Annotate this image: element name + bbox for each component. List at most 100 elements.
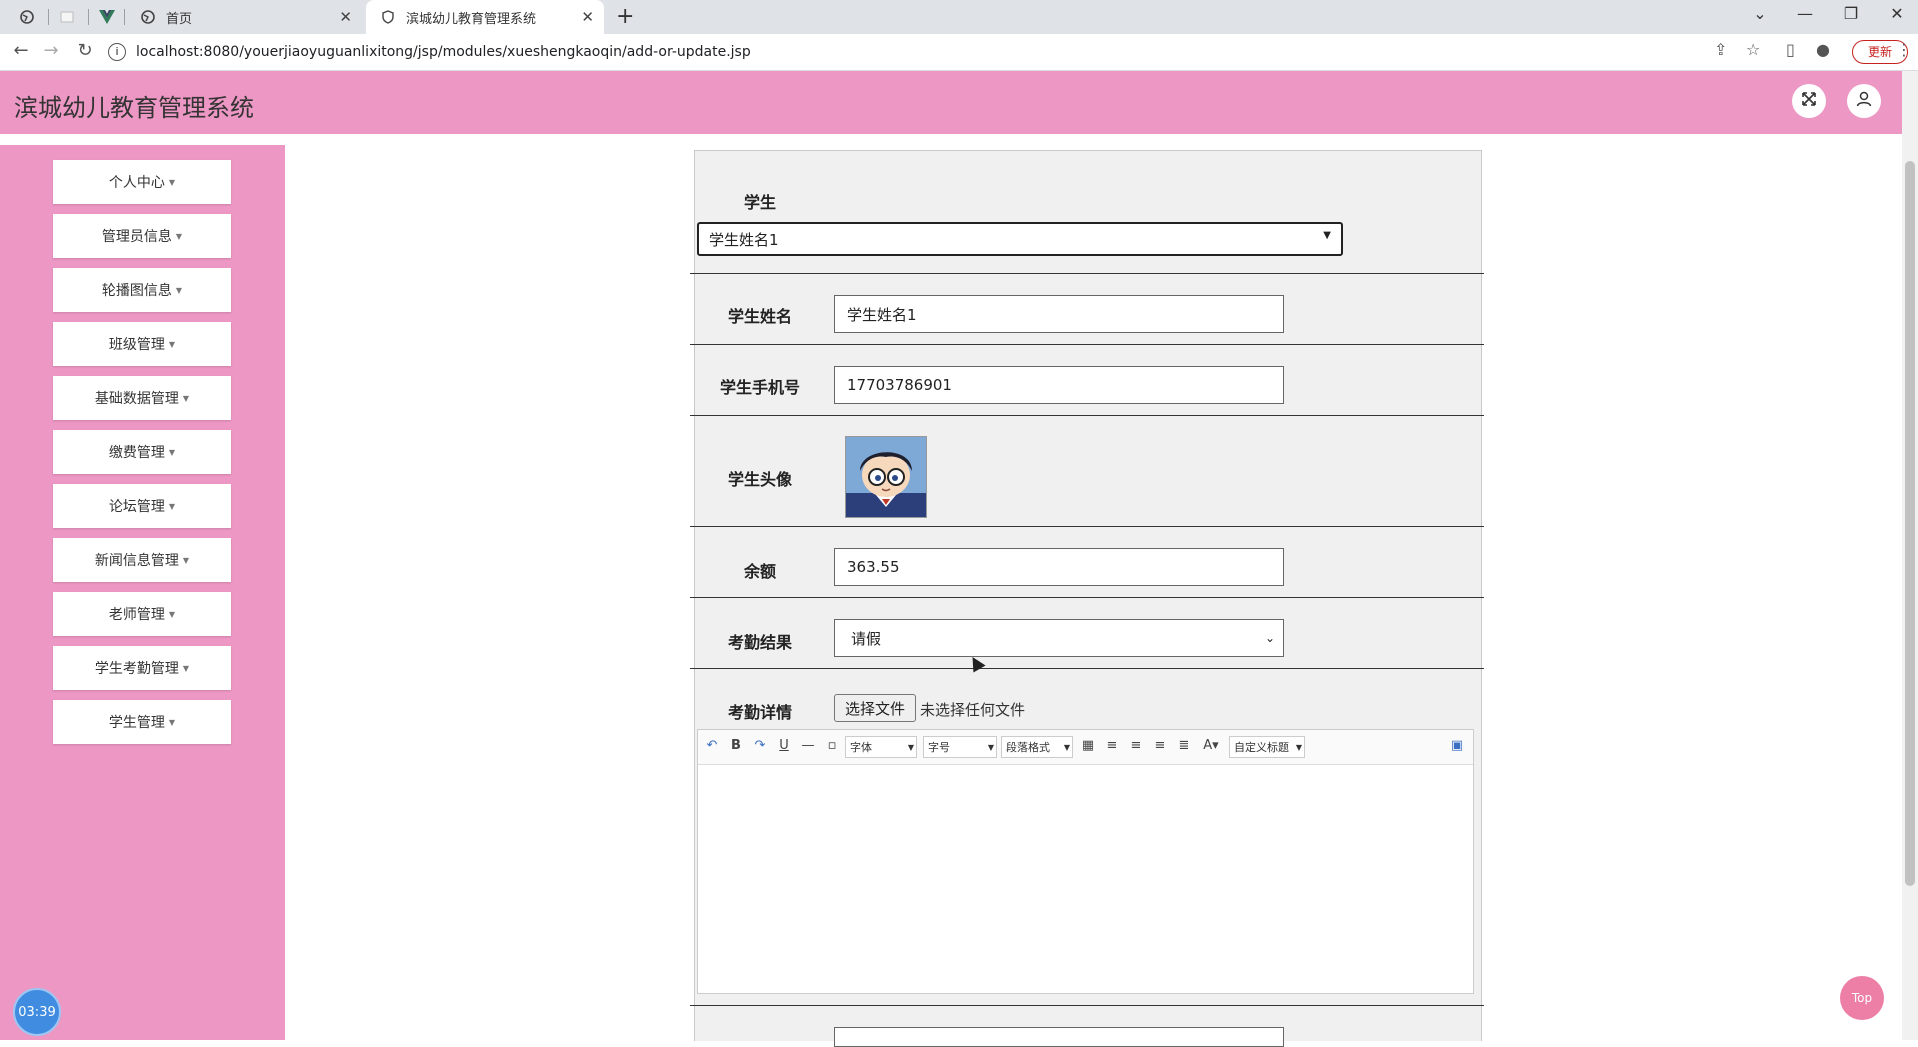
clear-format-icon[interactable]: ▫ — [823, 738, 841, 753]
page-scrollbar[interactable] — [1902, 71, 1918, 1040]
browser-tab-2[interactable] — [50, 0, 84, 34]
profile-icon[interactable]: ● — [1816, 40, 1830, 59]
balance-field[interactable]: 363.55 — [834, 548, 1284, 586]
caret-down-icon: ▼ — [182, 663, 190, 673]
back-icon[interactable]: ← — [10, 40, 32, 61]
app-title: 滨城幼儿教育管理系统 — [14, 94, 254, 122]
undo-icon[interactable]: ↶ — [703, 738, 721, 753]
sidebar-item-label: 个人中心 — [108, 175, 165, 191]
reload-icon[interactable]: ↻ — [74, 40, 96, 61]
bookmark-star-icon[interactable]: ☆ — [1746, 40, 1760, 59]
font-size-select[interactable]: 字号 ▼ — [923, 736, 997, 758]
close-tab-icon[interactable]: ✕ — [581, 8, 594, 26]
sidebar-item-label: 老师管理 — [108, 607, 165, 623]
browser-tab-3[interactable] — [90, 0, 124, 34]
caret-down-icon: ▼ — [175, 285, 183, 295]
caret-down-icon: ▼ — [168, 177, 176, 187]
student-phone-field[interactable]: 17703786901 — [834, 366, 1284, 404]
close-tab-icon[interactable]: ✕ — [339, 8, 352, 26]
dropdown-arrow-icon: ▼ — [1323, 230, 1331, 241]
bold-icon[interactable]: B — [727, 738, 745, 753]
font-color-icon[interactable]: A▾ — [1200, 738, 1222, 753]
scrollbar-thumb[interactable] — [1905, 161, 1915, 886]
sidebar-item-student[interactable]: 学生管理 ▼ — [53, 700, 231, 744]
expand-icon — [1801, 91, 1817, 112]
sidebar-item-news[interactable]: 新闻信息管理 ▼ — [53, 538, 231, 582]
paragraph-format-select[interactable]: 段落格式 ▼ — [1001, 736, 1073, 758]
sidebar-item-teacher[interactable]: 老师管理 ▼ — [53, 592, 231, 636]
browser-menu-icon[interactable]: ⋮ — [1896, 40, 1912, 59]
sidebar-item-payment[interactable]: 缴费管理 ▼ — [53, 430, 231, 474]
redo-icon[interactable]: ↷ — [751, 738, 769, 753]
align-right-icon[interactable]: ≡ — [1127, 738, 1145, 753]
restore-icon[interactable]: ❐ — [1836, 4, 1866, 23]
blank-page-icon — [59, 9, 75, 25]
dropdown-arrow-icon: ▼ — [987, 742, 994, 752]
horizontal-rule-icon[interactable]: — — [799, 738, 817, 753]
custom-title-select[interactable]: 自定义标题 ▼ — [1229, 736, 1305, 758]
caret-down-icon: ▼ — [168, 501, 176, 511]
sidebar-item-label: 学生管理 — [108, 715, 165, 731]
sidebar: 个人中心 ▼ 管理员信息 ▼ 轮播图信息 ▼ 班级管理 ▼ 基础数据管理 ▼ 缴费管理 ▼ … — [0, 145, 285, 1040]
student-select-value: 学生姓名1 — [709, 230, 779, 249]
student-avatar-image — [845, 436, 927, 518]
clock-widget: 03:39 — [13, 988, 61, 1036]
font-family-value: 字体 — [850, 741, 872, 754]
next-row-field[interactable] — [834, 1027, 1284, 1047]
browser-tab-1[interactable] — [10, 0, 44, 34]
tab-search-icon[interactable]: ⌄ — [1745, 4, 1775, 23]
globe-icon — [19, 9, 35, 25]
browser-tab-home[interactable]: 首页 ✕ — [126, 0, 362, 34]
caret-down-icon: ▼ — [168, 609, 176, 619]
new-tab-icon[interactable]: + — [616, 4, 634, 29]
minimize-icon[interactable]: — — [1790, 4, 1820, 23]
attendance-result-select[interactable]: 请假 ⌄ — [834, 619, 1284, 657]
underline-icon[interactable]: U — [775, 738, 793, 753]
tab-title: 滨城幼儿教育管理系统 — [406, 11, 537, 27]
browser-tab-active[interactable]: 滨城幼儿教育管理系统 ✕ — [366, 0, 604, 34]
fullscreen-button[interactable] — [1792, 84, 1826, 118]
font-size-value: 字号 — [928, 741, 950, 754]
sidebar-item-label: 班级管理 — [108, 337, 165, 353]
dropdown-arrow-icon: ⌄ — [1264, 631, 1275, 645]
student-label: 学生 — [743, 193, 776, 212]
side-panel-icon[interactable]: ▯ — [1786, 40, 1795, 59]
vue-logo-icon — [99, 9, 115, 25]
caret-down-icon: ▼ — [182, 393, 190, 403]
address-bar[interactable]: i localhost:8080/youerjiaoyuguanlixitong… — [108, 37, 1738, 67]
sidebar-item-attendance[interactable]: 学生考勤管理 ▼ — [53, 646, 231, 690]
table-icon[interactable]: ▦ — [1079, 738, 1097, 753]
dropdown-arrow-icon: ▼ — [1063, 742, 1070, 752]
sidebar-item-admin-info[interactable]: 管理员信息 ▼ — [53, 214, 231, 258]
browser-toolbar: ← → ↻ i localhost:8080/youerjiaoyuguanli… — [0, 34, 1918, 71]
align-justify-icon[interactable]: ≣ — [1175, 738, 1193, 753]
forward-icon[interactable]: → — [40, 40, 62, 61]
browser-tab-strip: 首页 ✕ 滨城幼儿教育管理系统 ✕ + ⌄ — ❐ ✕ — [0, 0, 1918, 34]
share-icon[interactable]: ⇪ — [1714, 40, 1727, 59]
paragraph-format-value: 段落格式 — [1006, 741, 1050, 754]
caret-down-icon: ▼ — [168, 447, 176, 457]
choose-file-button[interactable]: 选择文件 — [834, 694, 916, 722]
sidebar-item-carousel[interactable]: 轮播图信息 ▼ — [53, 268, 231, 312]
close-window-icon[interactable]: ✕ — [1882, 4, 1912, 23]
fullscreen-editor-icon[interactable]: ▣ — [1448, 738, 1466, 753]
caret-down-icon: ▼ — [175, 231, 183, 241]
sidebar-item-class[interactable]: 班级管理 ▼ — [53, 322, 231, 366]
sidebar-item-forum[interactable]: 论坛管理 ▼ — [53, 484, 231, 528]
site-info-icon[interactable]: i — [108, 43, 126, 61]
student-name-field[interactable]: 学生姓名1 — [834, 295, 1284, 333]
editor-content-area[interactable] — [698, 765, 1473, 993]
user-button[interactable] — [1847, 84, 1881, 118]
student-phone-label: 学生手机号 — [719, 378, 800, 397]
align-left-icon[interactable]: ≡ — [1103, 738, 1121, 753]
attendance-detail-label: 考勤详情 — [727, 703, 792, 722]
attendance-result-label: 考勤结果 — [727, 633, 792, 652]
sidebar-item-label: 学生考勤管理 — [94, 661, 179, 677]
attendance-result-value: 请假 — [851, 629, 882, 648]
sidebar-item-base-data[interactable]: 基础数据管理 ▼ — [53, 376, 231, 420]
sidebar-item-personal-center[interactable]: 个人中心 ▼ — [53, 160, 231, 204]
student-select[interactable]: 学生姓名1 ▼ — [697, 222, 1343, 256]
font-family-select[interactable]: 字体 ▼ — [845, 736, 917, 758]
align-center-icon[interactable]: ≡ — [1151, 738, 1169, 753]
back-to-top-button[interactable]: Top — [1840, 976, 1884, 1020]
